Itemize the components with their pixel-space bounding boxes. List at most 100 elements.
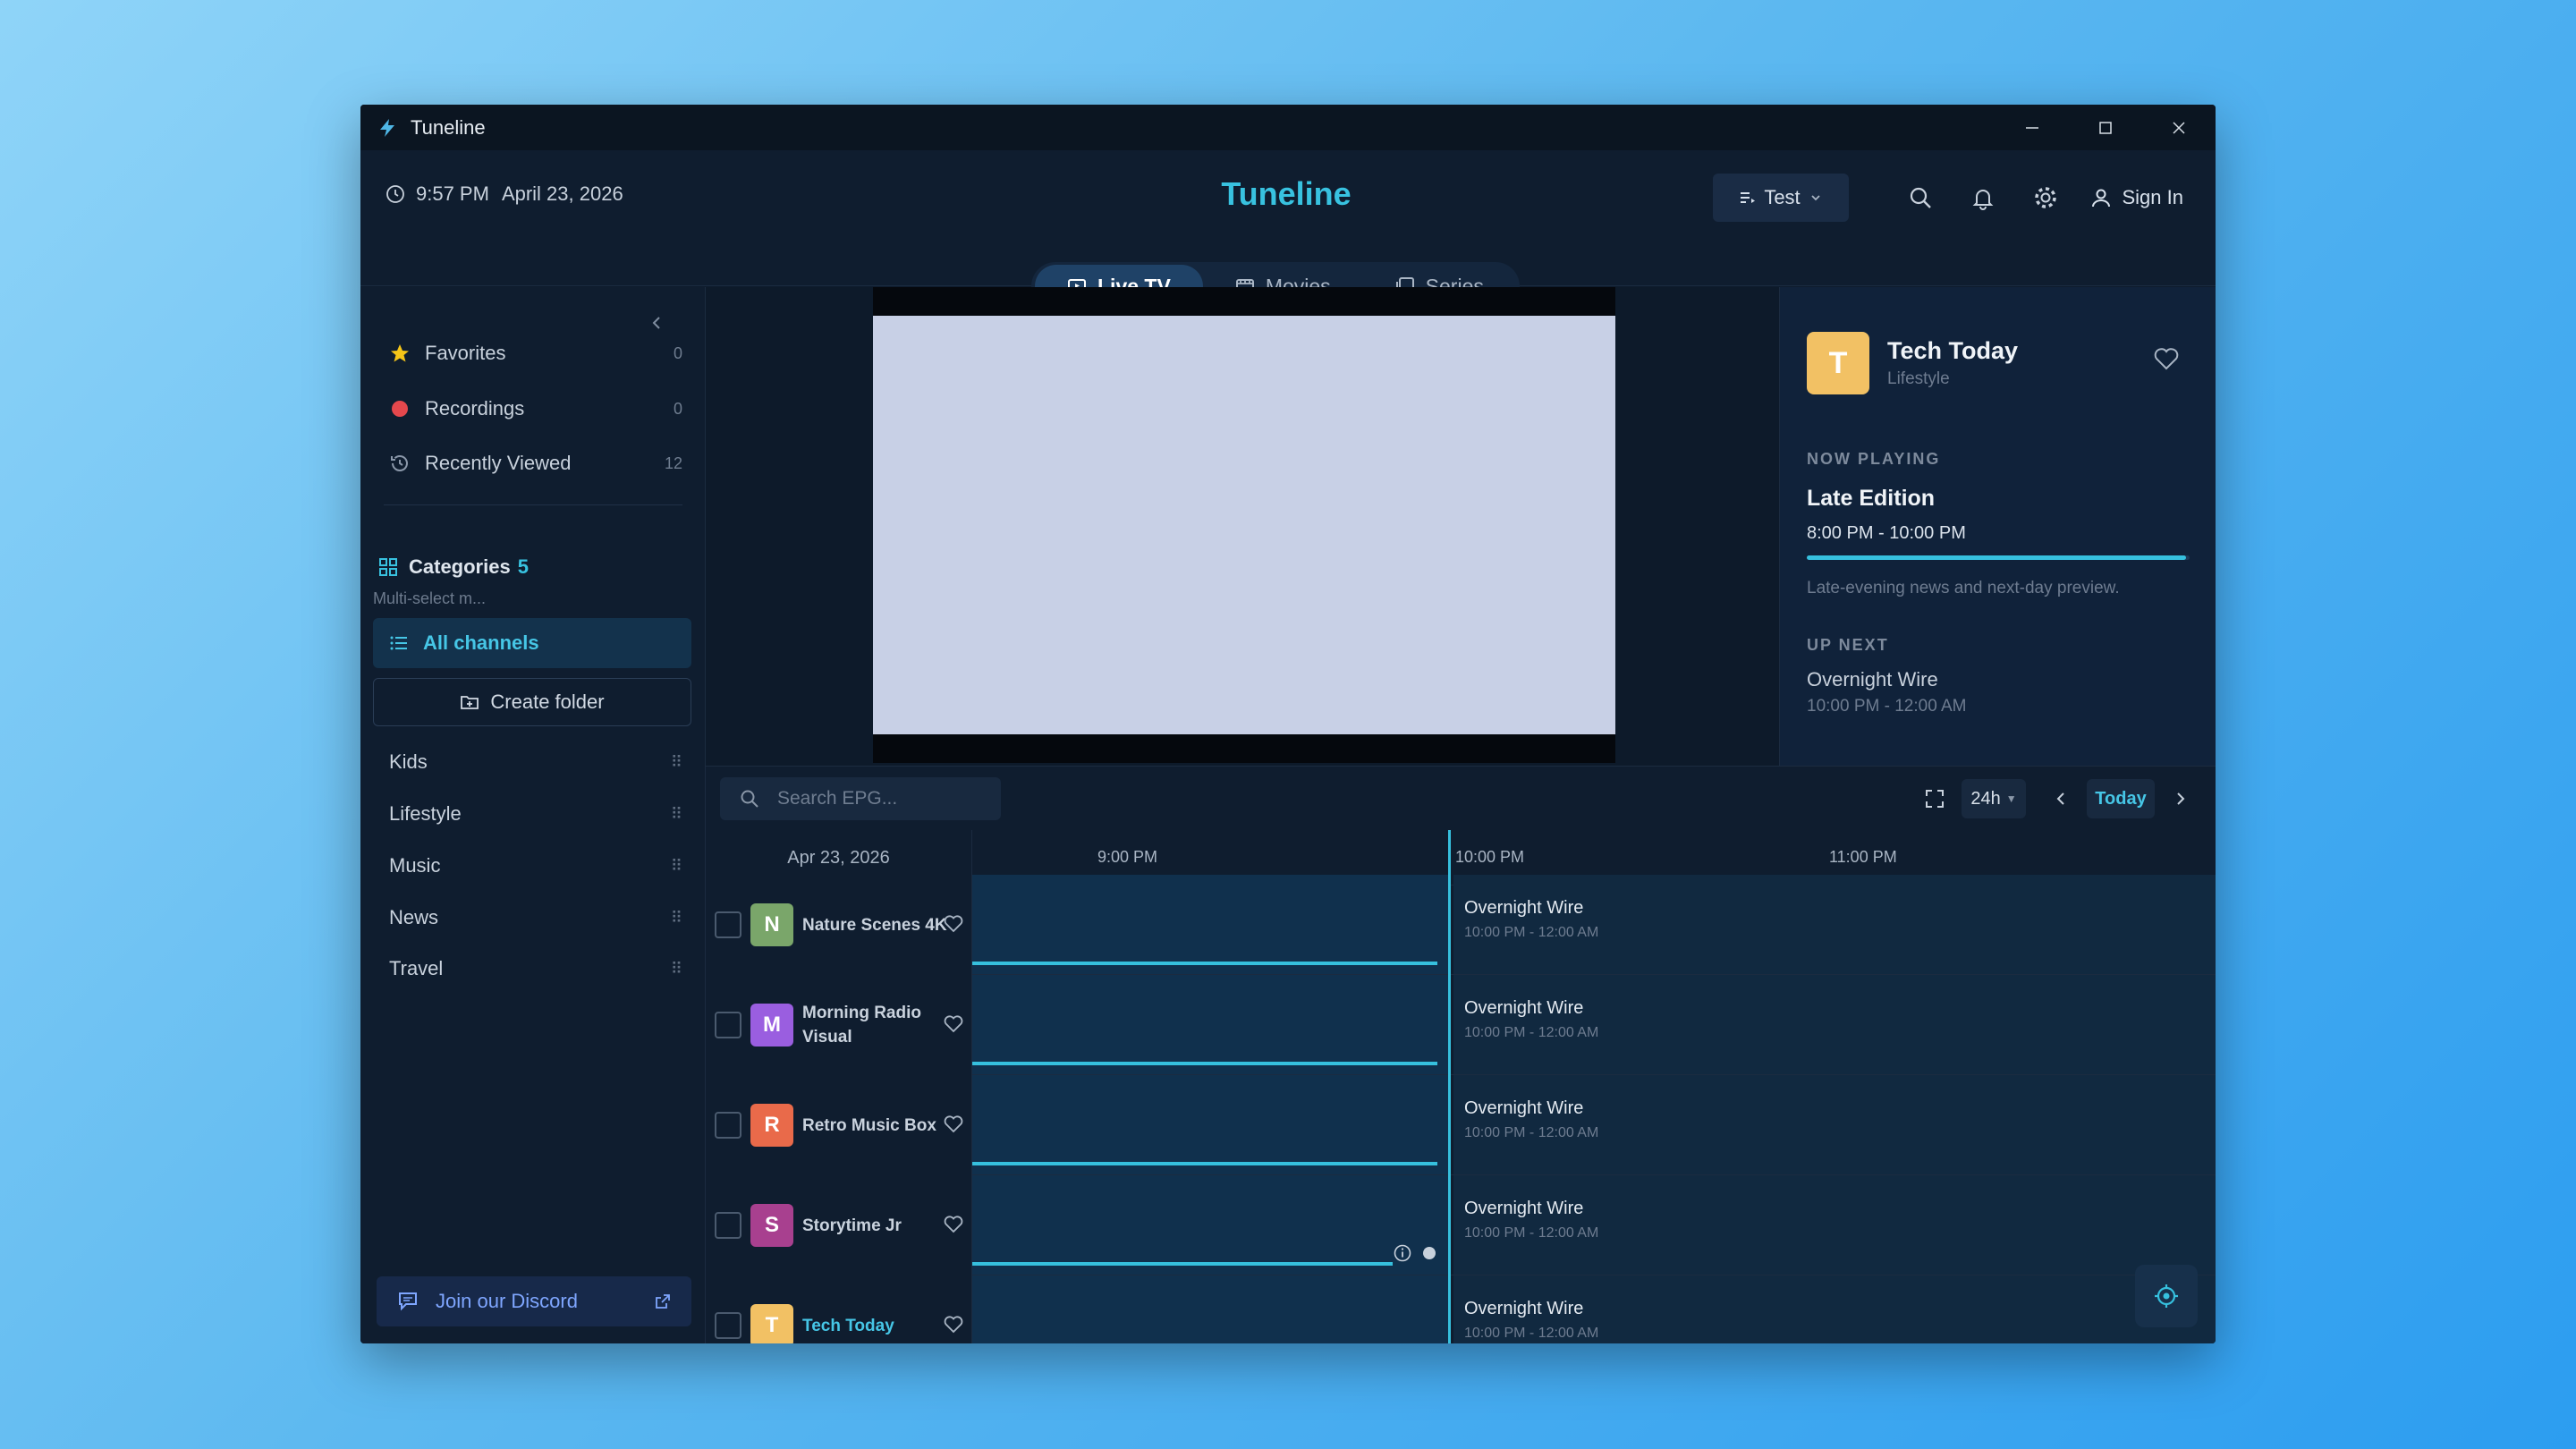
maximize-button[interactable] xyxy=(2069,105,2142,150)
program-time: 10:00 PM - 12:00 AM xyxy=(1464,925,1599,940)
bell-icon xyxy=(1972,190,1993,210)
program-current[interactable] xyxy=(972,1275,1448,1343)
collapse-sidebar-button[interactable] xyxy=(648,310,666,338)
channel-avatar: N xyxy=(750,903,793,946)
time-tick: 9:00 PM xyxy=(1097,848,1158,866)
epg-search-input[interactable] xyxy=(777,788,992,809)
info-icon[interactable] xyxy=(1393,1243,1412,1263)
record-dot-icon[interactable] xyxy=(1421,1245,1437,1261)
sidebar-item-recordings[interactable]: Recordings 0 xyxy=(387,391,682,427)
sign-in-label: Sign In xyxy=(2122,186,2184,208)
program-next[interactable]: Overnight Wire 10:00 PM - 12:00 AM xyxy=(1453,1075,2216,1174)
program-time: 10:00 PM - 12:00 AM xyxy=(1464,1125,1599,1140)
category-label: Travel xyxy=(389,957,444,979)
category-label: Lifestyle xyxy=(389,802,462,825)
epg-toolbar: 24h ▼ Today xyxy=(706,766,2216,830)
program-next[interactable]: Overnight Wire 10:00 PM - 12:00 AM xyxy=(1453,875,2216,974)
program-time: 10:00 PM - 12:00 AM xyxy=(1464,1225,1599,1241)
prev-day-button[interactable] xyxy=(2053,790,2071,808)
program-title: Overnight Wire xyxy=(1464,1299,1584,1318)
now-playing-progress xyxy=(1807,555,2190,560)
heart-icon xyxy=(944,1316,963,1334)
channel-row: Overnight Wire 10:00 PM - 12:00 AM R Ret… xyxy=(706,1075,2216,1175)
channel-checkbox[interactable] xyxy=(715,1212,741,1239)
program-current[interactable] xyxy=(972,975,1448,1074)
create-folder-button[interactable]: Create folder xyxy=(373,678,691,726)
discord-label: Join our Discord xyxy=(436,1290,578,1312)
current-time: 9:57 PM xyxy=(416,182,489,205)
program-next[interactable]: Overnight Wire 10:00 PM - 12:00 AM xyxy=(1453,1275,2216,1343)
favorite-button[interactable] xyxy=(943,1215,964,1239)
program-current[interactable] xyxy=(972,1175,1448,1275)
favorite-button[interactable] xyxy=(943,1315,964,1339)
sign-in-button[interactable]: Sign In xyxy=(2090,186,2184,209)
category-label: Music xyxy=(389,854,441,877)
star-icon xyxy=(391,344,409,362)
category-item[interactable]: News ⠿ xyxy=(389,900,682,936)
notifications-button[interactable] xyxy=(1965,180,2001,216)
program-next[interactable]: Overnight Wire 10:00 PM - 12:00 AM xyxy=(1453,975,2216,1074)
drag-handle-icon[interactable]: ⠿ xyxy=(671,909,682,928)
favorite-button[interactable] xyxy=(943,1014,964,1038)
channel-cell[interactable]: N Nature Scenes 4K xyxy=(706,875,972,975)
channel-checkbox[interactable] xyxy=(715,1112,741,1139)
program-current[interactable] xyxy=(972,875,1448,974)
video-player[interactable] xyxy=(873,287,1615,763)
categories-label: Categories xyxy=(409,555,511,578)
next-day-button[interactable] xyxy=(2171,790,2189,808)
video-frame[interactable] xyxy=(873,316,1615,734)
channel-cell[interactable]: R Retro Music Box xyxy=(706,1075,972,1175)
channel-cell[interactable]: T Tech Today xyxy=(706,1275,972,1343)
now-playing-label: NOW PLAYING xyxy=(1807,450,1941,468)
today-button[interactable]: Today xyxy=(2087,779,2155,818)
heart-icon xyxy=(944,1015,963,1033)
channel-cell[interactable]: S Storytime Jr xyxy=(706,1175,972,1275)
categories-header: Categories 5 xyxy=(378,555,529,579)
program-title: Overnight Wire xyxy=(1464,898,1584,918)
program-current[interactable] xyxy=(972,1075,1448,1174)
search-icon xyxy=(741,790,758,808)
drag-handle-icon[interactable]: ⠿ xyxy=(671,857,682,876)
channel-checkbox[interactable] xyxy=(715,911,741,938)
favorite-button[interactable] xyxy=(943,1114,964,1139)
time-range-select[interactable]: 24h ▼ xyxy=(1962,779,2026,818)
now-playing-description: Late-evening news and next-day preview. xyxy=(1807,579,2120,597)
drag-handle-icon[interactable]: ⠿ xyxy=(671,805,682,824)
gear-icon xyxy=(2034,187,2056,208)
channel-checkbox[interactable] xyxy=(715,1312,741,1339)
category-item[interactable]: Kids ⠿ xyxy=(389,744,682,780)
chevron-down-icon: ▼ xyxy=(2005,792,2017,805)
favorite-button[interactable] xyxy=(943,914,964,938)
category-item[interactable]: Music ⠿ xyxy=(389,848,682,884)
channel-cell[interactable]: M Morning Radio Visual xyxy=(706,975,972,1075)
all-channels-item[interactable]: All channels xyxy=(373,618,691,668)
fullscreen-button[interactable] xyxy=(1924,788,1945,809)
now-playing-title: Late Edition xyxy=(1807,486,1936,511)
drag-handle-icon[interactable]: ⠿ xyxy=(671,753,682,772)
grid-icon xyxy=(379,558,397,576)
time-tick: 11:00 PM xyxy=(1829,848,1897,866)
category-item[interactable]: Travel ⠿ xyxy=(389,951,682,987)
jump-to-now-button[interactable] xyxy=(2135,1265,2198,1327)
program-title: Overnight Wire xyxy=(1464,998,1584,1018)
sidebar-item-recently-viewed[interactable]: Recently Viewed 12 xyxy=(387,445,682,481)
sidebar-item-favorites[interactable]: Favorites 0 xyxy=(387,335,682,371)
minimize-button[interactable] xyxy=(1996,105,2069,150)
favorite-button[interactable] xyxy=(2153,346,2180,376)
all-channels-label: All channels xyxy=(423,631,539,654)
drag-handle-icon[interactable]: ⠿ xyxy=(671,960,682,979)
join-discord-button[interactable]: Join our Discord xyxy=(377,1276,691,1326)
program-time: 10:00 PM - 12:00 AM xyxy=(1464,1326,1599,1341)
channel-checkbox[interactable] xyxy=(715,1012,741,1038)
search-icon xyxy=(1910,187,1931,208)
epg-grid: Apr 23, 2026 10:00 PM 11:00 PM 9:00 PM O… xyxy=(706,830,2216,1343)
channel-row: Overnight Wire 10:00 PM - 12:00 AM T Tec… xyxy=(706,1275,2216,1343)
program-next[interactable]: Overnight Wire 10:00 PM - 12:00 AM xyxy=(1453,1175,2216,1275)
expand-icon xyxy=(1926,790,1944,808)
search-button[interactable] xyxy=(1902,180,1938,216)
program-title: Overnight Wire xyxy=(1464,1199,1584,1218)
profile-selector[interactable]: Test xyxy=(1712,174,1849,222)
settings-button[interactable] xyxy=(2028,180,2063,216)
category-item[interactable]: Lifestyle ⠿ xyxy=(389,796,682,832)
close-button[interactable] xyxy=(2142,105,2216,150)
